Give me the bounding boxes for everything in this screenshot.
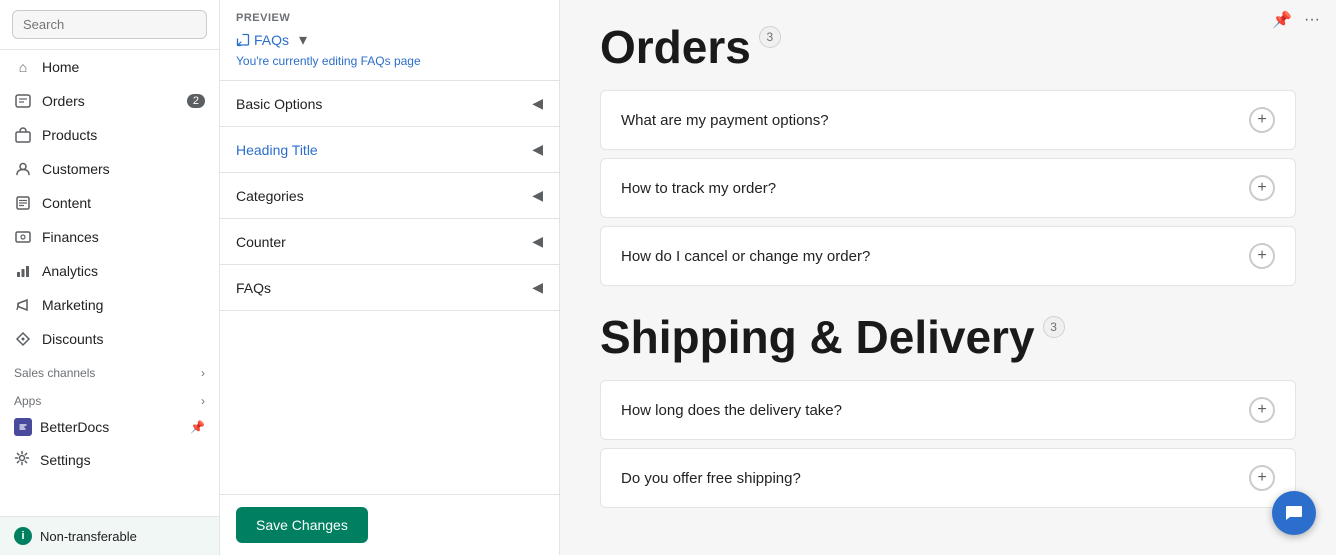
sidebar: ⌂ Home Orders 2 Products Customers Conte… — [0, 0, 220, 555]
sidebar-item-orders[interactable]: Orders 2 — [0, 84, 219, 118]
save-changes-button[interactable]: Save Changes — [236, 507, 368, 543]
section-faqs[interactable]: FAQs ◀ — [220, 265, 559, 311]
chat-button[interactable] — [1272, 491, 1316, 535]
sidebar-item-settings[interactable]: Settings — [0, 442, 219, 477]
shipping-section-title: Shipping & Delivery 3 — [600, 310, 1296, 364]
section-chevron-icon: ◀ — [532, 141, 543, 158]
pin-top-icon[interactable]: 📌 — [1272, 10, 1292, 30]
faq-expand-button[interactable]: + — [1249, 397, 1275, 423]
faq-item: How to track my order? + — [600, 158, 1296, 218]
sidebar-item-label: Analytics — [42, 263, 98, 279]
pin-icon: 📌 — [190, 420, 205, 434]
orders-section-title: Orders 3 — [600, 20, 1296, 74]
marketing-icon — [14, 296, 32, 314]
sidebar-item-label: Products — [42, 127, 97, 143]
apps-arrow: › — [201, 394, 205, 408]
apps-label: Apps — [14, 394, 41, 408]
faq-expand-button[interactable]: + — [1249, 107, 1275, 133]
sidebar-item-products[interactable]: Products — [0, 118, 219, 152]
section-heading-title[interactable]: Heading Title ◀ — [220, 127, 559, 173]
settings-label: Settings — [40, 452, 91, 468]
home-icon: ⌂ — [14, 58, 32, 76]
sales-channels-section: Sales channels › — [0, 356, 219, 384]
search-input[interactable] — [12, 10, 207, 39]
sidebar-item-label: Discounts — [42, 331, 103, 347]
sales-channels-arrow: › — [201, 366, 205, 380]
shipping-count-badge: 3 — [1043, 316, 1065, 338]
editing-text: You're currently editing FAQs page — [236, 54, 543, 68]
section-label: Categories — [236, 188, 304, 204]
betterdocs-label: BetterDocs — [40, 419, 109, 435]
section-chevron-icon: ◀ — [532, 233, 543, 250]
section-counter[interactable]: Counter ◀ — [220, 219, 559, 265]
middle-header: PREVIEW FAQs ▾ You're currently editing … — [220, 0, 559, 81]
sales-channels-label: Sales channels — [14, 366, 95, 380]
apps-section[interactable]: Apps › — [0, 384, 219, 412]
analytics-icon — [14, 262, 32, 280]
sidebar-item-finances[interactable]: Finances — [0, 220, 219, 254]
faqs-link-row: FAQs ▾ — [236, 30, 543, 50]
sidebar-item-discounts[interactable]: Discounts — [0, 322, 219, 356]
section-label: Basic Options — [236, 96, 322, 112]
faq-item: What are my payment options? + — [600, 90, 1296, 150]
sidebar-search-container — [0, 0, 219, 50]
section-chevron-icon: ◀ — [532, 187, 543, 204]
sidebar-item-marketing[interactable]: Marketing — [0, 288, 219, 322]
section-basic-options[interactable]: Basic Options ◀ — [220, 81, 559, 127]
faq-item-text: How do I cancel or change my order? — [621, 248, 870, 265]
faqs-link-text: FAQs — [254, 32, 289, 48]
orders-count-badge: 3 — [759, 26, 781, 48]
preview-panel: 📌 ··· Orders 3 What are my payment optio… — [560, 0, 1336, 555]
more-options-icon[interactable]: ··· — [1304, 11, 1320, 29]
faq-item-text: How long does the delivery take? — [621, 402, 842, 419]
faq-item: How long does the delivery take? + — [600, 380, 1296, 440]
sidebar-bottom-notice: i Non-transferable — [0, 516, 219, 555]
faq-expand-button[interactable]: + — [1249, 465, 1275, 491]
section-label: FAQs — [236, 280, 271, 296]
finances-icon — [14, 228, 32, 246]
section-label: Counter — [236, 234, 286, 250]
preview-label: PREVIEW — [236, 12, 543, 24]
save-btn-row: Save Changes — [220, 494, 559, 555]
faq-item-text: What are my payment options? — [621, 112, 829, 129]
faqs-link[interactable]: FAQs — [236, 32, 289, 48]
customers-icon — [14, 160, 32, 178]
section-label: Heading Title — [236, 142, 318, 158]
section-categories[interactable]: Categories ◀ — [220, 173, 559, 219]
orders-section: Orders 3 What are my payment options? + … — [600, 20, 1296, 286]
faq-item-text: Do you offer free shipping? — [621, 470, 801, 487]
products-icon — [14, 126, 32, 144]
section-chevron-icon: ◀ — [532, 279, 543, 296]
sidebar-item-content[interactable]: Content — [0, 186, 219, 220]
content-icon — [14, 194, 32, 212]
shipping-section: Shipping & Delivery 3 How long does the … — [600, 310, 1296, 508]
sidebar-item-label: Marketing — [42, 297, 103, 313]
sidebar-item-label: Home — [42, 59, 79, 75]
sidebar-item-analytics[interactable]: Analytics — [0, 254, 219, 288]
section-chevron-icon: ◀ — [532, 95, 543, 112]
faq-expand-button[interactable]: + — [1249, 243, 1275, 269]
discounts-icon — [14, 330, 32, 348]
orders-icon — [14, 92, 32, 110]
sidebar-item-betterdocs[interactable]: BetterDocs 📌 — [0, 412, 219, 442]
sidebar-item-label: Content — [42, 195, 91, 211]
betterdocs-app-icon — [14, 418, 32, 436]
faq-item: Do you offer free shipping? + — [600, 448, 1296, 508]
info-icon: i — [14, 527, 32, 545]
top-icons: 📌 ··· — [1272, 10, 1320, 30]
faq-expand-button[interactable]: + — [1249, 175, 1275, 201]
settings-icon — [14, 450, 30, 469]
editing-page: FAQs page — [361, 54, 421, 68]
sidebar-item-label: Finances — [42, 229, 99, 245]
middle-panel: PREVIEW FAQs ▾ You're currently editing … — [220, 0, 560, 555]
sidebar-item-home[interactable]: ⌂ Home — [0, 50, 219, 84]
sidebar-item-label: Orders — [42, 93, 85, 109]
chevron-down-icon[interactable]: ▾ — [299, 30, 307, 50]
sidebar-item-label: Customers — [42, 161, 110, 177]
sidebar-item-customers[interactable]: Customers — [0, 152, 219, 186]
non-transferable-label: Non-transferable — [40, 529, 137, 544]
orders-badge: 2 — [187, 94, 205, 108]
faq-item-text: How to track my order? — [621, 180, 776, 197]
faq-item: How do I cancel or change my order? + — [600, 226, 1296, 286]
